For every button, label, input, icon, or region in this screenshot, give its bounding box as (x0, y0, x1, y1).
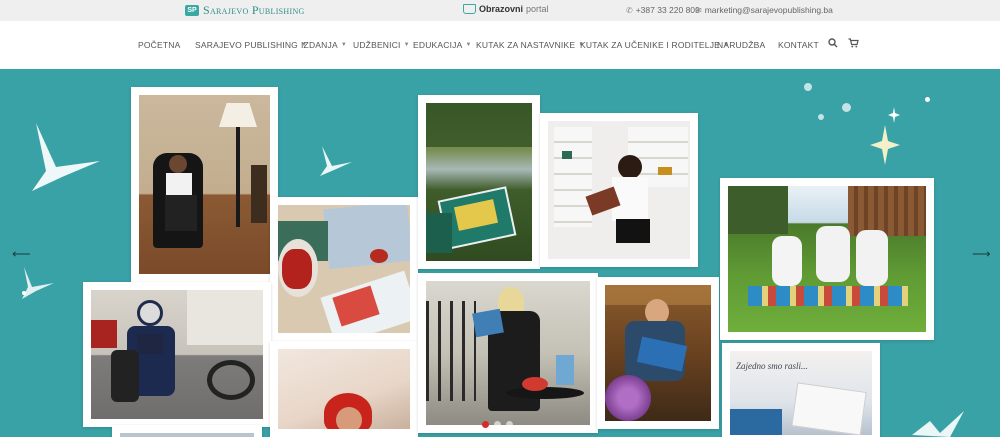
portal-name-a: Obrazovni (479, 4, 524, 14)
photo-frame (418, 95, 540, 269)
nav-item-kutak-za-nastavnike[interactable]: KUTAK ZA NASTAVNIKE ▼ (476, 40, 584, 50)
photo-woman-shoe-store (548, 121, 690, 259)
nav-item-izdanja[interactable]: IZDANJA ▼ (301, 40, 347, 50)
nav-item-edukacija[interactable]: EDUKACIJA ▼ (413, 40, 472, 50)
nav-item-narudzba[interactable]: NARUDŽBA (717, 40, 765, 50)
decorative-dot (818, 114, 824, 120)
decorative-dot (925, 97, 930, 102)
decorative-dot (804, 83, 812, 91)
decorative-dot (22, 291, 26, 295)
photo-frame (597, 277, 719, 429)
photo-frame (131, 87, 278, 282)
nav-label: KUTAK ZA UČENIKE I RODITELJE (580, 40, 721, 50)
nav-label: NARUDŽBA (717, 40, 766, 50)
slider-dot-1[interactable] (482, 421, 489, 428)
photo-zajedno-smo-rasli: Zajedno smo rasli... (730, 351, 872, 435)
paper-bird-icon (912, 411, 964, 437)
photo-partial (120, 433, 254, 437)
photo-woman-balcony (426, 281, 590, 425)
mail-icon: ✉ (695, 5, 702, 15)
photo-frame (418, 273, 598, 433)
email-contact[interactable]: ✉ marketing@sarajevopublishing.ba (695, 5, 833, 15)
search-icon[interactable] (828, 38, 838, 51)
slider-next-arrow-icon[interactable]: ⟶ (972, 246, 991, 262)
sparkle-icon (870, 125, 900, 165)
slider-prev-arrow-icon[interactable]: ⟵ (12, 246, 31, 262)
logo-text: Sarajevo Publishing (203, 3, 305, 17)
decorative-dot (842, 103, 851, 112)
photo-woman-flowers (605, 285, 711, 421)
hero-slider: ⟵ ⟶ Zajedno smo rasli... (0, 69, 1000, 437)
nav-item-udzbenici[interactable]: UDŽBENICI ▼ (353, 40, 410, 50)
photo-frame: Zajedno smo rasli... (722, 343, 880, 437)
nav-item-kutak-za-ucenike[interactable]: KUTAK ZA UČENIKE I RODITELJE ▼ (580, 40, 729, 50)
slider-dot-3[interactable] (506, 421, 513, 428)
paper-bird-icon (32, 123, 100, 191)
portal-name-b: portal (526, 4, 549, 14)
photo-frame (270, 341, 418, 437)
nav-label: KONTAKT (778, 40, 819, 50)
phone-contact[interactable]: ✆ +387 33 220 809 (626, 5, 700, 15)
slider-pagination (482, 421, 513, 428)
paper-bird-icon (22, 267, 54, 299)
chevron-down-icon: ▼ (465, 42, 472, 48)
book-icon (463, 4, 476, 14)
logo-mark-icon: SP (185, 5, 199, 16)
main-navigation: POČETNA SARAJEVO PUBLISHING ▼ IZDANJA ▼ UD… (0, 21, 1000, 69)
photo-frame (83, 282, 271, 427)
photo-books-riverside (426, 103, 532, 261)
nav-item-kontakt[interactable]: KONTAKT (778, 40, 819, 50)
nav-label: SARAJEVO PUBLISHING (195, 40, 298, 50)
photo-woman-armchair (139, 95, 270, 274)
slider-dot-2[interactable] (494, 421, 501, 428)
phone-icon: ✆ (626, 5, 633, 15)
nav-item-pocetna[interactable]: POČETNA (138, 40, 181, 50)
photo-three-women-grass (728, 186, 926, 332)
photo-frame (540, 113, 698, 267)
paper-bird-icon (320, 146, 352, 176)
nav-label: UDŽBENICI (353, 40, 401, 50)
photo-motorcycle-reader (91, 290, 263, 419)
photo-frame (270, 197, 418, 341)
obrazovni-portal-link[interactable]: Obrazovni portal (463, 4, 549, 14)
nav-label: IZDANJA (301, 40, 338, 50)
sparkle-icon (888, 107, 900, 123)
photo-caption: Zajedno smo rasli... (736, 361, 808, 371)
chevron-down-icon: ▼ (340, 42, 347, 48)
nav-label: KUTAK ZA NASTAVNIKE (476, 40, 576, 50)
nav-label: EDUKACIJA (413, 40, 463, 50)
phone-number: +387 33 220 809 (635, 5, 700, 15)
photo-frame (720, 178, 934, 340)
email-address: marketing@sarajevopublishing.ba (704, 5, 833, 15)
photo-strawberries-books (278, 205, 410, 333)
nav-label: POČETNA (138, 40, 181, 50)
nav-item-sarajevo-publishing[interactable]: SARAJEVO PUBLISHING ▼ (195, 40, 307, 50)
site-logo[interactable]: SP Sarajevo Publishing (185, 3, 305, 18)
photo-woman-red-hair (278, 349, 410, 429)
cart-icon[interactable] (848, 38, 859, 51)
photo-frame (112, 425, 262, 437)
chevron-down-icon: ▼ (403, 42, 410, 48)
top-bar: SP Sarajevo Publishing Obrazovni portal ✆… (0, 0, 1000, 21)
